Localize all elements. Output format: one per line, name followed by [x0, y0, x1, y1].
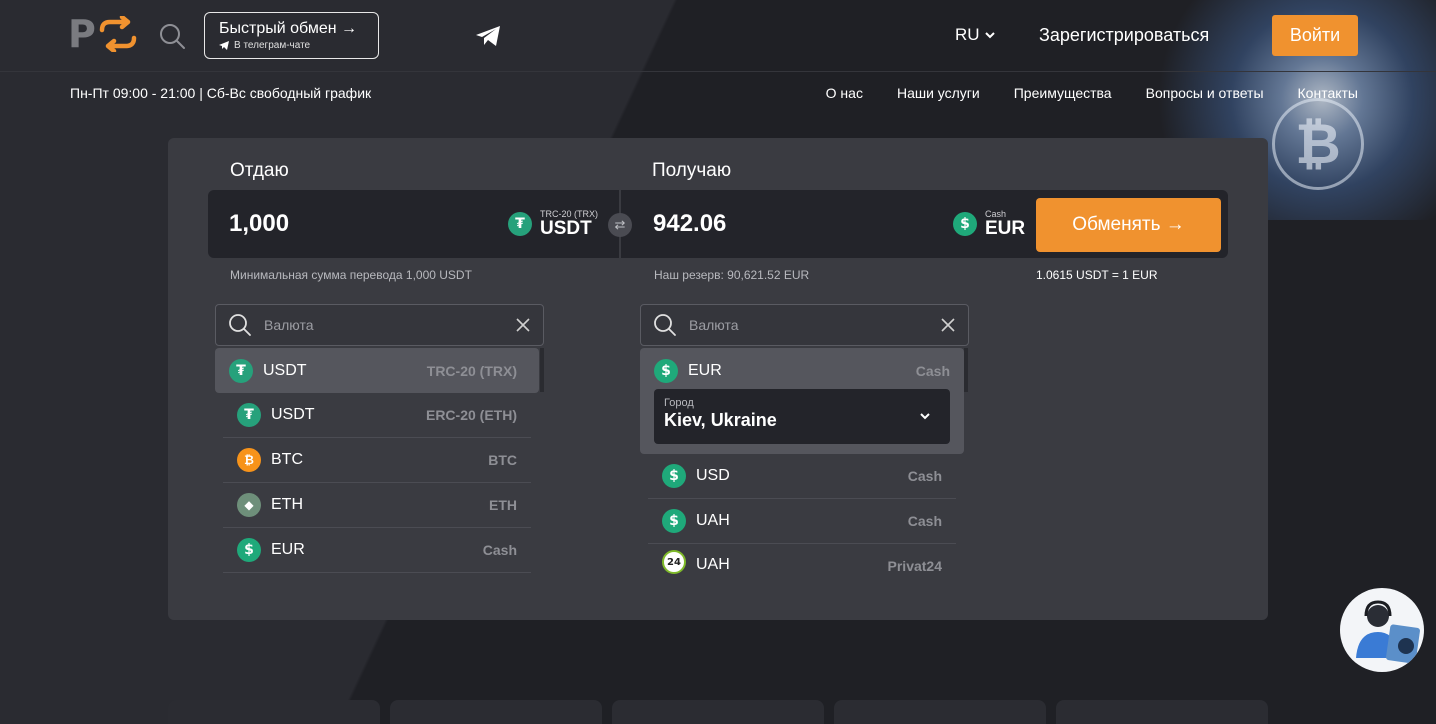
list-item[interactable]: ◆ ETH ETH — [223, 483, 531, 528]
exchange-arrows-icon — [99, 16, 137, 52]
nav-faq[interactable]: Вопросы и ответы — [1146, 85, 1264, 101]
register-link[interactable]: Зарегистрироваться — [1039, 25, 1209, 46]
dollar-icon: $ — [662, 509, 686, 533]
give-search-input[interactable] — [264, 317, 515, 333]
list-item[interactable]: ₮ USDT TRC-20 (TRX) — [215, 348, 539, 393]
exchange-rate: 1.0615 USDT = 1 EUR — [1036, 268, 1158, 282]
search-icon — [654, 314, 676, 336]
list-item[interactable]: $ EUR Cash — [640, 348, 964, 393]
currency-network: Cash — [915, 362, 950, 379]
logo-letter: P — [68, 12, 96, 56]
quick-exchange-subtitle: В телеграм-чате — [234, 40, 311, 51]
privat24-icon: 24 — [662, 550, 686, 574]
get-label: Получаю — [652, 160, 732, 181]
feature-card — [168, 700, 380, 724]
sub-navigation-bar: Пн-Пт 09:00 - 21:00 | Сб-Вс свободный гр… — [0, 72, 1436, 114]
currency-name: UAH — [696, 556, 730, 573]
chevron-down-icon — [920, 413, 930, 420]
header: P Быстрый обмен → В телеграм-чате RU Зар… — [0, 0, 1436, 72]
nav-contacts[interactable]: Контакты — [1298, 85, 1358, 101]
get-search-input[interactable] — [689, 317, 940, 333]
bitcoin-icon: ₿ — [237, 448, 261, 472]
swap-icon[interactable]: ⇄ — [608, 213, 632, 237]
support-chat-button[interactable] — [1340, 588, 1424, 672]
tether-icon: ₮ — [237, 403, 261, 427]
city-select[interactable]: Город Kiev, Ukraine — [654, 389, 950, 444]
scrollbar[interactable] — [964, 348, 968, 392]
exchange-panel: Отдаю Получаю 1,000 ₮ TRC-20 (TRX) USDT … — [168, 138, 1268, 620]
give-amount-input[interactable]: 1,000 — [229, 210, 289, 238]
dollar-icon: $ — [654, 358, 678, 383]
city-value: Kiev, Ukraine — [664, 410, 777, 430]
language-selector[interactable]: RU — [955, 25, 995, 45]
list-item[interactable]: ₮ USDT ERC-20 (ETH) — [223, 393, 531, 438]
give-currency-selector[interactable]: ₮ TRC-20 (TRX) USDT — [508, 209, 598, 239]
currency-network: ERC-20 (ETH) — [425, 407, 517, 423]
list-item[interactable]: $ EUR Cash — [223, 528, 531, 573]
currency-name: USDT — [271, 406, 315, 423]
get-amount-input[interactable]: 942.06 — [653, 210, 726, 238]
support-agent-icon — [1356, 600, 1420, 664]
get-currency-list: $ USD Cash $ UAH Cash 24 UAH Privat24 — [640, 454, 964, 574]
currency-name: ETH — [271, 496, 303, 513]
reserve-note: Наш резерв: 90,621.52 EUR — [654, 268, 810, 282]
scrollbar[interactable] — [540, 348, 544, 392]
currency-name: EUR — [271, 541, 305, 558]
give-label: Отдаю — [230, 160, 289, 181]
dollar-icon: $ — [662, 464, 686, 488]
telegram-icon — [219, 41, 229, 50]
currency-name: BTC — [271, 451, 303, 468]
currency-network: Cash — [907, 468, 942, 484]
search-icon — [229, 314, 251, 336]
currency-network: ETH — [489, 497, 517, 513]
feature-card — [612, 700, 824, 724]
nav-services[interactable]: Наши услуги — [897, 85, 980, 101]
currency-network: Cash — [907, 513, 942, 529]
feature-card — [390, 700, 602, 724]
list-item[interactable]: 24 UAH Privat24 — [648, 544, 956, 574]
quick-exchange-title: Быстрый обмен → — [219, 20, 357, 37]
selected-currency-card: $ EUR Cash Город Kiev, Ukraine — [640, 348, 964, 454]
search-icon[interactable] — [158, 22, 186, 50]
tether-icon: ₮ — [229, 358, 253, 383]
close-icon[interactable] — [515, 317, 531, 333]
login-button[interactable]: Войти — [1272, 15, 1358, 56]
currency-network: Privat24 — [887, 558, 942, 574]
feature-card — [834, 700, 1046, 724]
feature-card — [1056, 700, 1268, 724]
dollar-icon: $ — [237, 538, 261, 562]
logo[interactable]: P — [68, 14, 142, 54]
give-currency-search — [215, 304, 544, 346]
dollar-icon: $ — [953, 212, 977, 236]
currency-name: USD — [696, 467, 730, 484]
chevron-down-icon — [984, 31, 995, 38]
currency-network: Cash — [482, 542, 517, 558]
telegram-icon[interactable] — [474, 24, 502, 48]
quick-exchange-button[interactable]: Быстрый обмен → В телеграм-чате — [204, 12, 379, 59]
main-nav: О нас Наши услуги Преимущества Вопросы и… — [826, 85, 1358, 101]
list-item[interactable]: ₿ BTC BTC — [223, 438, 531, 483]
list-item[interactable]: $ USD Cash — [648, 454, 956, 499]
close-icon[interactable] — [940, 317, 956, 333]
currency-network: TRC-20 (TRX) — [426, 362, 517, 379]
give-currency-code: USDT — [540, 218, 592, 239]
nav-advantages[interactable]: Преимущества — [1014, 85, 1112, 101]
currency-network: BTC — [488, 452, 517, 468]
currency-name: UAH — [696, 512, 730, 529]
city-label: Город — [664, 397, 694, 409]
min-amount-note: Минимальная сумма перевода 1,000 USDT — [230, 268, 472, 282]
give-currency-list: ₮ USDT TRC-20 (TRX) ₮ USDT ERC-20 (ETH) … — [215, 348, 539, 573]
working-hours: Пн-Пт 09:00 - 21:00 | Сб-Вс свободный гр… — [70, 85, 372, 101]
list-item[interactable]: $ UAH Cash — [648, 499, 956, 544]
exchange-button[interactable]: Обменять → — [1036, 198, 1221, 252]
language-label: RU — [955, 25, 980, 44]
tether-icon: ₮ — [508, 212, 532, 236]
ethereum-icon: ◆ — [237, 493, 261, 517]
nav-about[interactable]: О нас — [826, 85, 863, 101]
get-currency-code: EUR — [985, 218, 1026, 239]
get-currency-selector[interactable]: $ Cash EUR — [953, 209, 1025, 239]
currency-name: EUR — [688, 361, 722, 379]
currency-name: USDT — [263, 361, 307, 379]
get-currency-search — [640, 304, 969, 346]
